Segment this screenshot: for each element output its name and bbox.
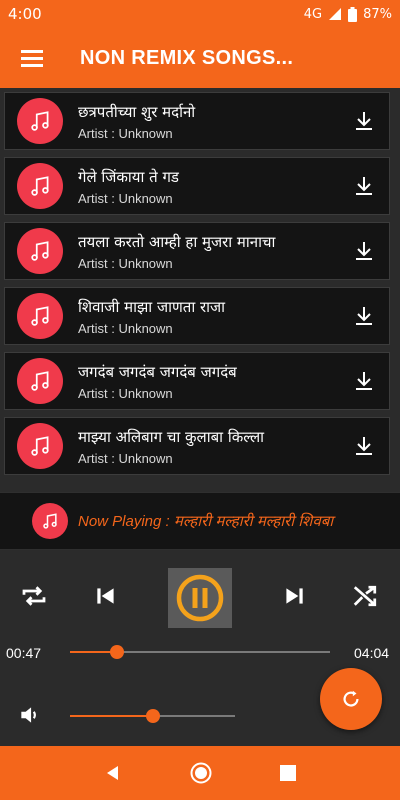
page-title: NON REMIX SONGS... [80, 46, 294, 69]
pause-button[interactable] [168, 568, 232, 628]
song-artist: Artist : Unknown [78, 385, 173, 401]
refresh-button[interactable] [320, 668, 382, 730]
music-note-icon [17, 163, 63, 209]
battery-icon [348, 6, 358, 22]
elapsed-time: 00:47 [6, 645, 42, 661]
music-note-icon [17, 98, 63, 144]
download-icon[interactable] [339, 417, 389, 475]
repeat-icon[interactable] [14, 566, 54, 626]
song-title: जगदंब जगदंब जगदंब जगदंब [78, 362, 237, 381]
music-note-icon [17, 423, 63, 469]
song-title: छत्रपतीच्या शुर मर्दानो [78, 102, 196, 121]
song-artist: Artist : Unknown [78, 125, 173, 141]
list-item[interactable]: जगदंब जगदंब जगदंब जगदंब Artist : Unknown [4, 352, 390, 410]
menu-icon[interactable] [0, 28, 64, 88]
signal-icon [329, 8, 342, 20]
music-note-icon [32, 503, 68, 539]
song-title: तयला करतो आम्ही हा मुजरा मानाचा [78, 232, 276, 251]
download-icon[interactable] [339, 92, 389, 150]
list-item[interactable]: माझ्या अलिबाग चा कुलाबा किल्ला Artist : U… [4, 417, 390, 475]
previous-icon[interactable] [88, 566, 124, 626]
network-label: 4G [303, 6, 323, 22]
refresh-icon [343, 690, 359, 707]
shuffle-icon[interactable] [346, 566, 386, 626]
volume-slider-thumb[interactable] [145, 709, 160, 723]
song-artist: Artist : Unknown [78, 255, 173, 271]
song-title: शिवाजी माझा जाणता राजा [78, 297, 226, 316]
song-artist: Artist : Unknown [78, 190, 173, 206]
battery-label: 87% [363, 6, 392, 22]
download-icon[interactable] [339, 352, 389, 410]
volume-slider-level [70, 715, 153, 717]
music-note-icon [17, 228, 63, 274]
system-nav-bar [0, 746, 400, 800]
now-playing-bar[interactable]: Now Playing : मल्हारी मल्हारी मल्हारी शि… [0, 492, 400, 550]
list-item[interactable]: तयला करतो आम्ही हा मुजरा मानाचा Artist : … [4, 222, 390, 280]
status-time: 4:00 [8, 5, 42, 23]
download-icon[interactable] [339, 157, 389, 215]
list-item[interactable]: शिवाजी माझा जाणता राजा Artist : Unknown [4, 287, 390, 345]
back-icon[interactable] [103, 763, 123, 783]
seek-bar-thumb[interactable] [109, 645, 124, 659]
app-bar: NON REMIX SONGS... [0, 28, 400, 88]
pause-icon [176, 574, 224, 622]
home-icon[interactable] [189, 761, 213, 785]
volume-icon[interactable] [16, 702, 44, 732]
status-bar: 4:00 4G 87% [0, 0, 400, 28]
total-duration: 04:04 [354, 645, 390, 661]
next-icon[interactable] [276, 566, 312, 626]
download-icon[interactable] [339, 287, 389, 345]
music-note-icon [17, 293, 63, 339]
song-artist: Artist : Unknown [78, 320, 173, 336]
song-artist: Artist : Unknown [78, 450, 173, 466]
song-title: गेले जिंकाया ते गड [78, 167, 179, 186]
now-playing-text: Now Playing : मल्हारी मल्हारी मल्हारी शि… [78, 513, 334, 530]
list-item[interactable]: गेले जिंकाया ते गड Artist : Unknown [4, 157, 390, 215]
music-note-icon [17, 358, 63, 404]
recents-icon[interactable] [279, 764, 297, 782]
list-item[interactable]: छत्रपतीच्या शुर मर्दानो Artist : Unknown [4, 92, 390, 150]
song-title: माझ्या अलिबाग चा कुलाबा किल्ला [78, 427, 265, 446]
download-icon[interactable] [339, 222, 389, 280]
